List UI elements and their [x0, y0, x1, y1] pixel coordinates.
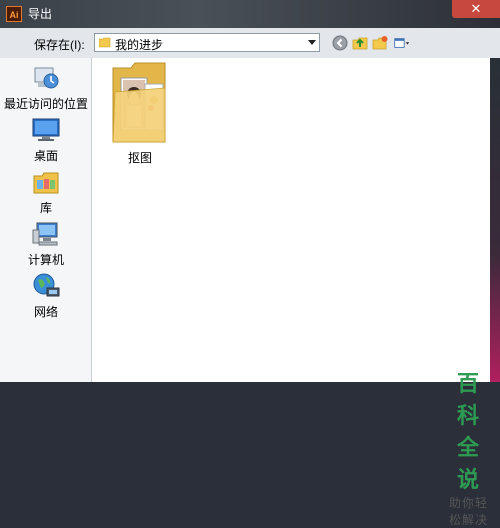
- close-button[interactable]: ✕: [452, 0, 500, 18]
- file-name: 抠图: [127, 151, 152, 165]
- watermark-subtitle: 助你轻松解决: [448, 496, 488, 527]
- places-item-desktop[interactable]: 桌面: [0, 116, 92, 164]
- places-item-libraries[interactable]: 库: [0, 168, 92, 216]
- folder-with-photos-icon: [112, 62, 166, 143]
- new-folder-icon[interactable]: [372, 35, 388, 51]
- places-label: 桌面: [33, 149, 58, 163]
- window-title: 导出: [28, 7, 53, 21]
- places-label: 库: [39, 201, 52, 215]
- illustrator-app-icon: Ai: [6, 6, 22, 22]
- places-item-recent[interactable]: 最近访问的位置: [0, 64, 92, 112]
- network-icon: [33, 273, 60, 297]
- back-icon[interactable]: [332, 35, 348, 51]
- location-value: 我的进步: [115, 38, 164, 52]
- file-item-folder[interactable]: 抠图: [104, 62, 176, 166]
- watermark-title: 百科全说: [456, 371, 480, 492]
- folder-icon: [99, 37, 111, 48]
- libraries-icon: [33, 172, 59, 194]
- save-in-label: 保存在(I):: [34, 38, 85, 52]
- places-label: 计算机: [27, 253, 64, 267]
- places-item-network[interactable]: 网络: [0, 272, 92, 320]
- location-dropdown[interactable]: 我的进步: [94, 33, 320, 52]
- chevron-down-icon[interactable]: [308, 40, 316, 45]
- places-item-computer[interactable]: 计算机: [0, 220, 92, 268]
- places-label: 网络: [33, 305, 58, 319]
- background-edge: [490, 58, 500, 382]
- computer-icon: [32, 222, 58, 246]
- up-one-level-icon[interactable]: [352, 35, 368, 51]
- places-sidebar: 最近访问的位置 桌面 库 计算机 网络: [0, 58, 92, 382]
- view-menu-icon[interactable]: [394, 35, 410, 51]
- watermark: 百科全说 助你轻松解决: [447, 366, 490, 528]
- title-bar: Ai 导出 ✕: [0, 0, 500, 28]
- recent-places-icon: [34, 67, 59, 89]
- file-list: 抠图 百科全说 助你轻松解决: [92, 58, 490, 527]
- places-label: 最近访问的位置: [3, 97, 88, 111]
- desktop-icon: [32, 118, 60, 141]
